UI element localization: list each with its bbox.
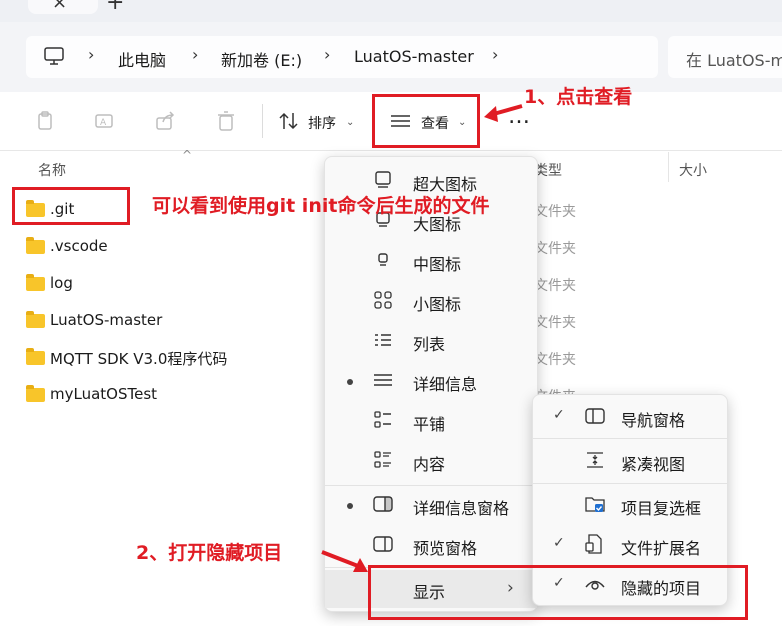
file-extension-icon [585, 534, 602, 554]
details-icon [374, 374, 392, 386]
folder-icon [26, 237, 45, 254]
breadcrumb-separator[interactable]: › [192, 45, 198, 64]
file-name[interactable]: myLuatOSTest [50, 385, 157, 403]
file-type: 文件夹 [534, 352, 576, 368]
folder-icon [26, 348, 45, 365]
item-checkbox-icon [585, 497, 605, 512]
new-tab-button[interactable]: + [106, 0, 124, 15]
file-type: 文件夹 [534, 315, 576, 331]
compact-view-icon [587, 452, 603, 468]
list-icon [375, 334, 391, 346]
file-name[interactable]: MQTT SDK V3.0程序代码 [50, 348, 227, 369]
menu-item-label: 小图标 [413, 295, 462, 314]
annotation-arrow-icon [321, 550, 368, 572]
file-name[interactable]: LuatOS-master [50, 311, 162, 329]
paste-icon[interactable] [35, 110, 57, 132]
annotation-box-git [12, 187, 130, 225]
column-header-name[interactable]: 名称 [38, 160, 66, 180]
menu-item-content[interactable]: 内容 [325, 442, 537, 480]
annotation-arrow-icon [484, 104, 523, 122]
breadcrumb-separator[interactable]: › [88, 45, 94, 64]
search-placeholder[interactable]: 在 LuatOS-m [686, 47, 782, 71]
computer-icon[interactable] [43, 46, 65, 66]
small-icons-icon [374, 291, 392, 309]
selected-dot-icon [347, 503, 353, 509]
sort-button[interactable]: 排序 [308, 113, 336, 133]
extra-large-icons-icon [375, 171, 391, 188]
file-name[interactable]: log [50, 274, 73, 292]
file-type: 文件夹 [534, 278, 576, 294]
menu-item-label: 预览窗格 [413, 539, 478, 558]
column-divider[interactable] [668, 152, 669, 182]
submenu-item-item-checkboxes[interactable]: 项目复选框 [533, 485, 727, 525]
submenu-item-label: 项目复选框 [621, 499, 702, 518]
menu-item-label: 中图标 [413, 255, 462, 274]
annotation-git-note: 可以看到使用git init命令后生成的文件 [152, 195, 490, 217]
column-header-type[interactable]: 类型 [534, 160, 562, 180]
file-type: 文件夹 [534, 241, 576, 257]
navigation-pane-icon [585, 408, 605, 424]
menu-item-small-icons[interactable]: 小图标 [325, 282, 537, 320]
submenu-item-label: 紧凑视图 [621, 455, 686, 474]
annotation-step-1: 1、点击查看 [524, 86, 633, 108]
rename-icon[interactable]: A [94, 110, 116, 132]
folder-icon [26, 274, 45, 291]
menu-item-label: 内容 [413, 455, 446, 474]
breadcrumb-luatos-master[interactable]: LuatOS-master [354, 47, 474, 66]
folder-icon [26, 385, 45, 402]
submenu-item-label: 文件扩展名 [621, 539, 702, 558]
menu-item-label: 详细信息窗格 [413, 499, 510, 518]
menu-item-label: 平铺 [413, 415, 446, 434]
breadcrumb-drive-e[interactable]: 新加卷 (E:) [221, 47, 302, 71]
submenu-item-navigation-pane[interactable]: ✓ 导航窗格 [533, 397, 727, 437]
preview-pane-icon [373, 536, 393, 552]
check-icon: ✓ [553, 535, 565, 551]
menu-divider [533, 438, 727, 439]
menu-item-list[interactable]: 列表 [325, 322, 537, 360]
menu-item-details-pane[interactable]: 详细信息窗格 [325, 486, 537, 524]
annotation-box-hidden-items [368, 565, 748, 620]
menu-item-details[interactable]: 详细信息 [325, 362, 537, 400]
column-header-size[interactable]: 大小 [679, 160, 707, 180]
menu-item-medium-icons[interactable]: 中图标 [325, 242, 537, 280]
file-name[interactable]: .vscode [50, 237, 108, 255]
svg-text:A: A [100, 118, 107, 128]
submenu-item-label: 导航窗格 [621, 411, 686, 430]
view-menu: 超大图标 大图标 中图标 小图标 列表 详细信息 平铺 内容 详细信息窗格 预览… [324, 156, 538, 612]
tiles-icon [374, 411, 391, 428]
details-pane-icon [373, 496, 393, 512]
file-type: 文件夹 [534, 204, 576, 220]
annotation-box-view [372, 94, 480, 148]
folder-icon [26, 311, 45, 328]
content-icon [374, 451, 391, 468]
breadcrumb-separator[interactable]: › [492, 45, 498, 64]
breadcrumb-this-pc[interactable]: 此电脑 [118, 47, 166, 71]
share-icon[interactable] [155, 110, 177, 132]
chevron-down-icon[interactable]: ⌄ [346, 117, 354, 128]
medium-icons-icon [378, 253, 388, 266]
delete-icon[interactable] [215, 110, 237, 132]
submenu-item-file-extensions[interactable]: ✓ 文件扩展名 [533, 525, 727, 565]
submenu-item-compact-view[interactable]: 紧凑视图 [533, 441, 727, 481]
menu-item-tiles[interactable]: 平铺 [325, 402, 537, 440]
tab-close-icon[interactable]: × [52, 0, 67, 13]
breadcrumb-separator[interactable]: › [324, 45, 330, 64]
selected-dot-icon [347, 379, 353, 385]
check-icon: ✓ [553, 407, 565, 423]
menu-item-label: 详细信息 [413, 375, 478, 394]
sort-arrow-icon: ^ [182, 148, 193, 162]
sort-icon[interactable] [278, 111, 300, 131]
menu-item-label: 列表 [413, 335, 446, 354]
toolbar-divider [262, 104, 263, 138]
menu-divider [533, 483, 727, 484]
annotation-step-2: 2、打开隐藏项目 [136, 542, 283, 564]
